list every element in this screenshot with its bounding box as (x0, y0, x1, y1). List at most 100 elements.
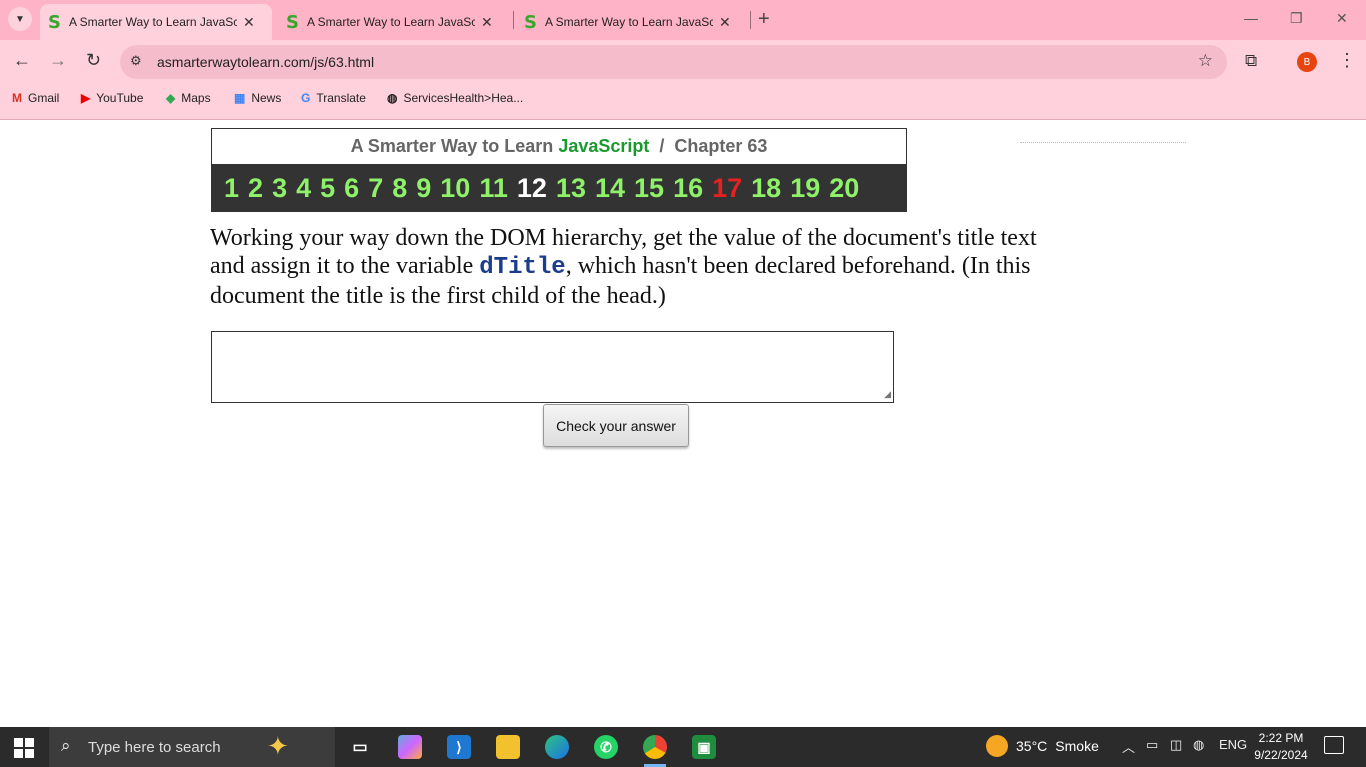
exercise-link-18[interactable]: 18 (751, 173, 781, 204)
back-icon[interactable]: ← (13, 50, 31, 71)
exercise-link-4[interactable]: 4 (296, 173, 311, 204)
taskbar-search[interactable]: ⌕ Type here to search ✦ (49, 727, 335, 767)
exercise-link-19[interactable]: 19 (790, 173, 820, 204)
copilot-icon[interactable] (398, 735, 422, 759)
exercise-link-16[interactable]: 16 (673, 173, 703, 204)
exercise-link-7[interactable]: 7 (368, 173, 383, 204)
forward-icon[interactable]: → (49, 50, 67, 71)
exercise-link-13[interactable]: 13 (556, 173, 586, 204)
exercise-link-9[interactable]: 9 (416, 173, 431, 204)
url-text[interactable]: asmarterwaytolearn.com/js/63.html (157, 54, 374, 70)
whatsapp-icon[interactable]: ✆ (594, 735, 618, 759)
address-bar[interactable]: ⚙ asmarterwaytolearn.com/js/63.html ☆ (120, 45, 1227, 79)
tab-title: A Smarter Way to Learn JavaScript (68, 15, 237, 29)
weather-text: Smoke (1055, 738, 1099, 754)
exercise-link-2[interactable]: 2 (248, 173, 263, 204)
site-favicon-icon: S (286, 11, 299, 33)
minimize-icon[interactable]: — (1244, 10, 1258, 26)
taskbar: ⌕ Type here to search ✦ ▭ ⟩ ✆ ▣ 35°C Smo… (0, 727, 1366, 767)
tab-title: A Smarter Way to Learn JavaScript (306, 15, 475, 29)
answer-textarea[interactable]: ◢ (211, 331, 894, 403)
windows-start-icon[interactable] (14, 738, 34, 758)
translate-icon: G (301, 91, 311, 105)
site-favicon-icon: S (524, 11, 537, 33)
exercise-link-14[interactable]: 14 (595, 173, 625, 204)
close-window-icon[interactable]: ✕ (1336, 10, 1348, 27)
network-globe-icon[interactable]: ◍ (1193, 737, 1204, 753)
close-tab-icon[interactable]: ✕ (719, 14, 731, 31)
extensions-icon[interactable]: ⧉ (1245, 51, 1257, 71)
exercise-link-20[interactable]: 20 (829, 173, 859, 204)
tab-divider (513, 11, 514, 29)
bookmark-news[interactable]: ▦ News (234, 91, 281, 105)
show-hidden-icons-icon[interactable]: ︿ (1122, 737, 1135, 756)
exercise-link-10[interactable]: 10 (440, 173, 470, 204)
vscode-icon[interactable]: ⟩ (447, 735, 471, 759)
clock[interactable]: 2:22 PM 9/22/2024 (1250, 730, 1312, 764)
battery-icon[interactable]: ▭ (1146, 737, 1158, 753)
bookmark-label: Translate (316, 91, 366, 105)
classroom-icon[interactable]: ▣ (692, 735, 716, 759)
restore-icon[interactable]: ❐ (1290, 10, 1303, 27)
search-icon: ⌕ (61, 736, 71, 755)
youtube-icon: ▶ (81, 91, 91, 105)
exercise-nav: 1 2 3 4 5 6 7 8 9 10 11 12 13 14 15 16 17 18 19 20 (212, 164, 906, 212)
bookmark-label: ServicesHealth>Hea... (403, 91, 524, 105)
close-tab-icon[interactable]: ✕ (243, 14, 255, 31)
speaker-icon[interactable]: ◫ (1170, 737, 1182, 753)
bookmark-label: News (251, 91, 282, 105)
profile-avatar[interactable]: B (1297, 52, 1317, 72)
bookmarks-bar: M Gmail ▶ YouTube ◆ Maps ▦ News G Transl… (0, 84, 1366, 120)
edge-icon[interactable] (545, 735, 569, 759)
bookmark-serviceshealth[interactable]: ◍ ServicesHealth>Hea... (387, 91, 523, 105)
weather-icon (986, 735, 1008, 757)
bookmark-youtube[interactable]: ▶ YouTube (81, 91, 143, 105)
language-indicator[interactable]: ENG (1219, 737, 1247, 752)
tab-search-button[interactable]: ▼ (8, 7, 32, 31)
check-answer-button[interactable]: Check your answer (543, 404, 689, 447)
exercise-link-12: 12 (516, 172, 547, 203)
tab-divider (750, 11, 751, 29)
reload-icon[interactable]: ↻ (86, 50, 101, 71)
tab-2[interactable]: S A Smarter Way to Learn JavaScript ✕ (278, 4, 510, 40)
title-javascript: JavaScript (558, 136, 650, 156)
bookmark-gmail[interactable]: M Gmail (12, 91, 59, 105)
resize-handle-icon[interactable]: ◢ (884, 389, 891, 400)
notification-icon[interactable] (1324, 736, 1344, 754)
exercise-link-15[interactable]: 15 (634, 173, 664, 204)
bookmark-translate[interactable]: G Translate (301, 91, 366, 105)
bookmark-star-icon[interactable]: ☆ (1198, 51, 1213, 71)
chapter-header: A Smarter Way to Learn JavaScript / Chap… (211, 128, 907, 212)
bookmark-label: YouTube (96, 91, 144, 105)
exercise-link-1[interactable]: 1 (224, 173, 239, 204)
tab-title: A Smarter Way to Learn JavaScript (544, 15, 713, 29)
weather-temp: 35°C (1016, 738, 1048, 754)
tab-1[interactable]: S A Smarter Way to Learn JavaScript ✕ (40, 4, 272, 40)
chrome-icon[interactable] (643, 735, 667, 759)
bookmark-maps[interactable]: ◆ Maps (166, 91, 211, 105)
globe-icon: ◍ (387, 91, 398, 105)
menu-kebab-icon[interactable]: ⋮ (1338, 50, 1356, 71)
gmail-icon: M (12, 91, 22, 105)
browser-toolbar: ← → ↻ ⚙ asmarterwaytolearn.com/js/63.htm… (0, 40, 1366, 84)
site-info-icon[interactable]: ⚙ (130, 53, 142, 69)
exercise-link-17[interactable]: 17 (712, 173, 742, 204)
weather-widget[interactable]: 35°C Smoke (986, 735, 1099, 757)
tab-3[interactable]: S A Smarter Way to Learn JavaScript ✕ (516, 4, 748, 40)
search-placeholder: Type here to search (88, 739, 221, 756)
maps-icon: ◆ (166, 91, 176, 105)
exercise-link-3[interactable]: 3 (272, 173, 287, 204)
file-explorer-icon[interactable] (496, 735, 520, 759)
clock-time: 2:22 PM (1258, 731, 1304, 745)
task-view-icon[interactable]: ▭ (348, 735, 372, 759)
exercise-link-5[interactable]: 5 (320, 173, 335, 204)
new-tab-icon[interactable]: + (758, 8, 770, 31)
site-favicon-icon: S (48, 11, 61, 33)
exercise-link-6[interactable]: 6 (344, 173, 359, 204)
exercise-link-11[interactable]: 11 (479, 173, 508, 204)
clock-date: 9/22/2024 (1254, 748, 1308, 762)
copilot-sparkle-icon[interactable]: ✦ (267, 731, 289, 762)
title-chapter: / Chapter 63 (649, 136, 768, 156)
exercise-link-8[interactable]: 8 (392, 173, 407, 204)
close-tab-icon[interactable]: ✕ (481, 14, 493, 31)
